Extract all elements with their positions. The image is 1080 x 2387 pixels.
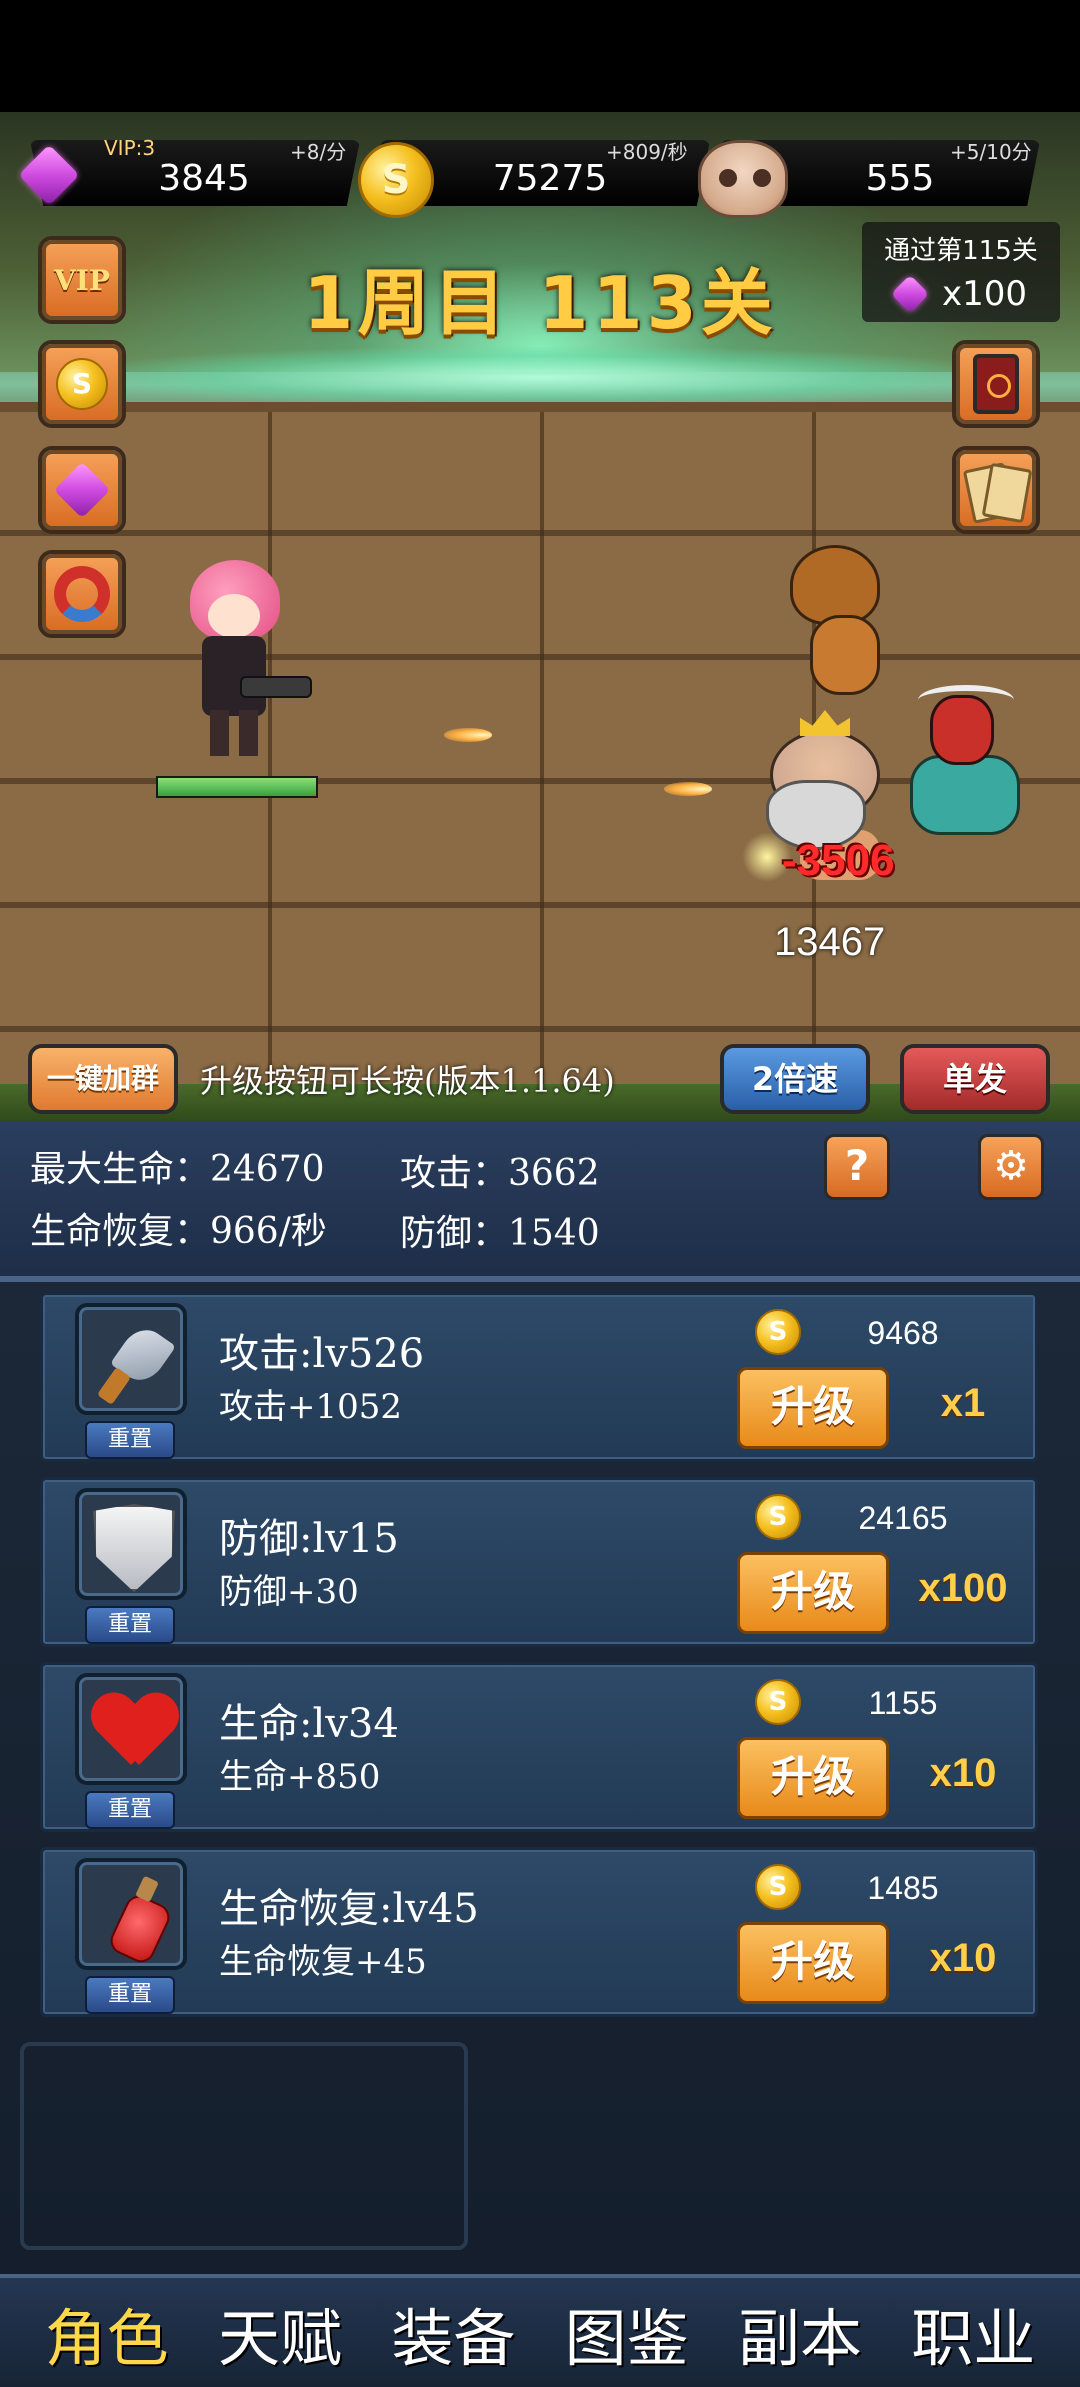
upgrade-row-defense: 重置 防御:lv15 防御+30 S 24165 升级 x100 <box>40 1477 1038 1647</box>
magnet-button[interactable] <box>38 550 126 638</box>
settings-button[interactable]: ⚙ <box>978 1134 1044 1200</box>
reward-title: 通过第115关 <box>884 236 1038 266</box>
upgrade-button[interactable]: 升级 <box>737 1367 889 1449</box>
upgrade-bonus: 防御+30 <box>219 1572 359 1612</box>
nav-tab-character[interactable]: 角色 <box>45 2288 169 2378</box>
knife-icon <box>95 1325 175 1401</box>
vip-level: VIP:3 <box>104 136 156 160</box>
gem-icon <box>14 140 84 210</box>
cost-coin-icon: S <box>755 1679 801 1725</box>
gold-shop-button[interactable]: S <box>38 340 126 428</box>
single-shot-button[interactable]: 单发 <box>900 1044 1050 1114</box>
skull-icon <box>698 140 788 218</box>
upgrade-name: 防御:lv15 <box>219 1516 399 1562</box>
gear-icon: ⚙ <box>993 1143 1029 1189</box>
upgrade-name: 攻击:lv526 <box>219 1331 425 1377</box>
upgrade-multiplier[interactable]: x1 <box>893 1381 1033 1426</box>
join-group-button[interactable]: 一键加群 <box>28 1044 178 1114</box>
card-button[interactable] <box>952 340 1040 428</box>
heart-icon <box>93 1691 177 1775</box>
hero-character <box>180 560 312 760</box>
reset-button[interactable]: 重置 <box>85 1791 175 1829</box>
upgrade-button[interactable]: 升级 <box>737 1737 889 1819</box>
reset-button[interactable]: 重置 <box>85 1976 175 2014</box>
item-frame <box>75 1858 187 1970</box>
reset-button[interactable]: 重置 <box>85 1606 175 1644</box>
stat-regen: 生命恢复：966/秒 <box>30 1211 327 1252</box>
stats-panel: 最大生命：24670 攻击：3662 生命恢复：966/秒 防御：1540 <box>0 1122 1080 1282</box>
nav-tab-equipment[interactable]: 装备 <box>391 2288 515 2378</box>
hero-health-fill <box>158 778 316 796</box>
item-frame <box>75 1303 187 1415</box>
item-frame <box>75 1673 187 1785</box>
speed-button[interactable]: 2倍速 <box>720 1044 870 1114</box>
gem-rate: +8/分 <box>290 140 347 164</box>
enemy-horse <box>790 545 900 705</box>
upgrade-row-regen: 重置 生命恢复:lv45 生命恢复+45 S 1485 升级 x10 <box>40 1847 1038 2017</box>
upgrade-row-health: 重置 生命:lv34 生命+850 S 1155 升级 x10 <box>40 1662 1038 1832</box>
upgrade-cost: 9468 <box>867 1315 939 1351</box>
cost-coin-icon: S <box>755 1309 801 1355</box>
upgrade-button[interactable]: 升级 <box>737 1922 889 2004</box>
gem-shop-button[interactable] <box>38 446 126 534</box>
upgrade-cost: 24165 <box>858 1500 948 1536</box>
stage-reward-box: 通过第115关 x100 <box>862 222 1060 322</box>
item-frame <box>75 1488 187 1600</box>
enemy-orc <box>900 685 1030 835</box>
status-bar <box>0 0 1080 112</box>
version-notice: 升级按钮可长按(版本1.1.64) <box>200 1062 615 1100</box>
gold-coin-icon <box>358 142 434 218</box>
bullet <box>664 782 712 796</box>
shield-icon <box>93 1504 175 1592</box>
nav-tab-talent[interactable]: 天赋 <box>218 2288 342 2378</box>
vip-button[interactable]: VIP <box>38 236 126 324</box>
upgrade-multiplier[interactable]: x100 <box>893 1566 1033 1611</box>
upgrade-name: 生命:lv34 <box>219 1701 399 1747</box>
stat-defense: 防御：1540 <box>400 1213 600 1254</box>
nav-tab-class[interactable]: 职业 <box>911 2288 1035 2378</box>
help-button[interactable]: ? <box>824 1134 890 1200</box>
cards-collection-button[interactable] <box>952 446 1040 534</box>
bullet <box>444 728 492 742</box>
upgrade-bonus: 生命恢复+45 <box>219 1942 427 1982</box>
upgrade-cost: 1155 <box>868 1685 938 1721</box>
upgrade-row-attack: 重置 攻击:lv526 攻击+1052 S 9468 升级 x1 <box>40 1292 1038 1462</box>
card-icon <box>973 354 1019 414</box>
portal-glow <box>80 347 1000 407</box>
upgrade-multiplier[interactable]: x10 <box>893 1751 1033 1796</box>
magnet-icon <box>54 566 110 622</box>
coin-icon: S <box>56 358 108 410</box>
upgrade-button[interactable]: 升级 <box>737 1552 889 1634</box>
enemy-hp: 13467 <box>774 920 886 964</box>
hero-health-bar <box>156 776 318 798</box>
gold-rate: +809/秒 <box>606 140 688 164</box>
upgrade-cost: 1485 <box>867 1870 939 1906</box>
gem-count: 3845 <box>158 158 250 199</box>
reward-gem-icon <box>888 272 932 316</box>
nav-tab-codex[interactable]: 图鉴 <box>565 2288 689 2378</box>
vip-button-label: VIP <box>54 263 110 297</box>
nav-tab-dungeon[interactable]: 副本 <box>738 2288 862 2378</box>
stat-attack: 攻击：3662 <box>400 1153 600 1194</box>
upgrade-bonus: 生命+850 <box>219 1757 381 1797</box>
gem-icon <box>53 461 111 519</box>
cost-coin-icon: S <box>755 1494 801 1540</box>
bottom-nav: 角色 天赋 装备 图鉴 副本 职业 <box>0 2274 1080 2387</box>
cards-icon <box>968 462 1024 518</box>
upgrade-name: 生命恢复:lv45 <box>219 1886 479 1932</box>
reset-button[interactable]: 重置 <box>85 1421 175 1459</box>
stat-max-hp: 最大生命：24670 <box>30 1149 325 1190</box>
upgrade-bonus: 攻击+1052 <box>219 1387 403 1427</box>
reward-count: x100 <box>942 274 1028 314</box>
potion-icon <box>99 1876 171 1960</box>
skull-rate: +5/10分 <box>950 140 1032 164</box>
damage-number: -3506 <box>782 836 895 885</box>
upgrade-multiplier[interactable]: x10 <box>893 1936 1033 1981</box>
cost-coin-icon: S <box>755 1864 801 1910</box>
